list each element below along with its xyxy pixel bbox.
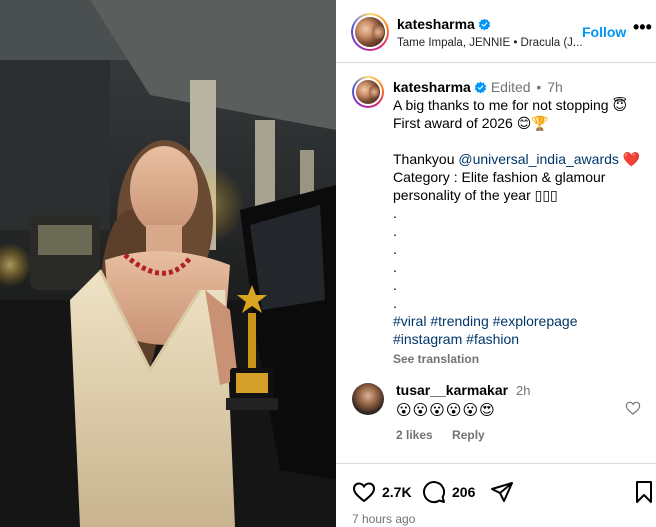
caption-username[interactable]: katesharma — [393, 79, 471, 95]
commenter-username[interactable]: tusar__karmakar — [396, 382, 508, 398]
caption-line: . — [393, 277, 397, 293]
comment-header: tusar__karmakar 2h — [396, 382, 530, 398]
caption-timestamp[interactable]: 7h — [547, 79, 563, 95]
comment-count[interactable]: 206 — [452, 484, 475, 500]
caption-dot: • — [536, 79, 542, 95]
post-media[interactable] — [0, 0, 336, 527]
verified-badge-icon — [478, 18, 491, 31]
follow-button[interactable]: Follow — [582, 24, 626, 40]
mention-heart: ❤️ — [618, 151, 641, 167]
author-username[interactable]: katesharma — [397, 16, 475, 32]
caption-author-avatar[interactable] — [352, 76, 384, 108]
comment-reply-button[interactable]: Reply — [452, 428, 485, 442]
hashtag-link[interactable]: #instagram — [393, 331, 462, 347]
hashtags-row-2: #instagram #fashion — [393, 330, 643, 348]
hashtag-link[interactable]: #fashion — [466, 331, 519, 347]
comment-likes-count[interactable]: 2 likes — [396, 428, 433, 442]
caption-line: . — [393, 223, 397, 239]
caption-line: Thankyou — [393, 151, 459, 167]
audio-track-label[interactable]: Tame Impala, JENNIE • Dracula (J... — [397, 37, 587, 49]
caption-line: First award of 2026 😊🏆 — [393, 115, 549, 131]
caption-line: Category : Elite fashion & glamour perso… — [393, 169, 606, 203]
caption-line: . — [393, 205, 397, 221]
caption-line-mention: Thankyou @universal_india_awards ❤️ — [393, 150, 643, 168]
save-bookmark-icon[interactable] — [632, 480, 656, 504]
comment-meta: 2 likes Reply — [396, 428, 501, 442]
hashtag-link[interactable]: #explorepage — [493, 313, 578, 329]
verified-badge-icon — [474, 81, 487, 94]
post-header: katesharma Tame Impala, JENNIE • Dracula… — [336, 0, 656, 63]
caption-line: A big thanks to me for not stopping 😇 — [393, 97, 628, 113]
post-photo — [0, 0, 336, 527]
hashtags-row-1: #viral #trending #explorepage — [393, 312, 643, 330]
more-options-icon[interactable]: ••• — [633, 18, 652, 36]
caption-body: A big thanks to me for not stopping 😇 Fi… — [393, 96, 643, 368]
like-heart-icon[interactable] — [352, 480, 376, 504]
mention-link[interactable]: @universal_india_awards — [458, 151, 619, 167]
caption-line: . — [393, 259, 397, 275]
comment-like-heart-icon[interactable] — [625, 400, 641, 416]
caption-header: katesharma Edited • 7h — [393, 79, 563, 95]
hashtag-link[interactable]: #viral — [393, 313, 426, 329]
comment-item: tusar__karmakar 2h 😮😮😮😮😮😍 2 likes Reply — [352, 381, 652, 461]
comment-text: 😮😮😮😮😮😍 — [396, 402, 496, 419]
hashtag-link[interactable]: #trending — [430, 313, 488, 329]
comment-bubble-icon[interactable] — [422, 480, 446, 504]
caption-line: . — [393, 241, 397, 257]
like-count[interactable]: 2.7K — [382, 484, 412, 500]
caption-line: . — [393, 295, 397, 311]
author-username-row: katesharma — [397, 16, 491, 34]
author-avatar[interactable] — [351, 13, 389, 51]
comment-timestamp[interactable]: 2h — [516, 383, 530, 398]
post-side-panel: katesharma Tame Impala, JENNIE • Dracula… — [336, 0, 656, 527]
caption-line — [393, 132, 643, 150]
commenter-avatar[interactable] — [352, 383, 384, 415]
edited-label: Edited — [490, 79, 531, 95]
post-date: 7 hours ago — [352, 512, 416, 526]
share-send-icon[interactable] — [490, 480, 514, 504]
post-actions-bar: 2.7K 206 7 hours ago — [336, 463, 656, 527]
see-translation-link[interactable]: See translation — [393, 350, 643, 368]
